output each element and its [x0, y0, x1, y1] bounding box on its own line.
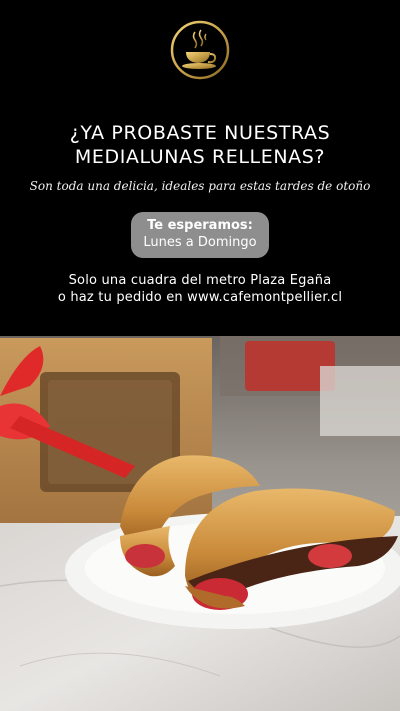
website-line: o haz tu pedido en www.cafemontpellier.c… — [57, 290, 343, 305]
headline-line-1: ¿YA PROBASTE NUESTRAS — [69, 122, 331, 144]
schedule-badge: Te esperamos: Lunes a Domingo — [131, 212, 269, 258]
promo-story: ¿YA PROBASTE NUESTRAS MEDIALUNAS RELLENA… — [0, 0, 400, 711]
croissants-photo — [0, 336, 400, 711]
schedule-days: Lunes a Domingo — [143, 235, 257, 250]
location-line: Solo una cuadra del metro Plaza Egaña — [68, 273, 332, 288]
promo-tagline: Son toda una delicia, ideales para estas… — [29, 179, 371, 193]
promo-headline: ¿YA PROBASTE NUESTRAS MEDIALUNAS RELLENA… — [0, 121, 400, 169]
promo-header: ¿YA PROBASTE NUESTRAS MEDIALUNAS RELLENA… — [0, 0, 400, 336]
headline-line-2: MEDIALUNAS RELLENAS? — [74, 146, 326, 168]
coffee-cup-logo-icon — [170, 20, 230, 80]
schedule-title: Te esperamos: — [147, 218, 253, 233]
location-info: Solo una cuadra del metro Plaza Egaña o … — [0, 272, 400, 306]
